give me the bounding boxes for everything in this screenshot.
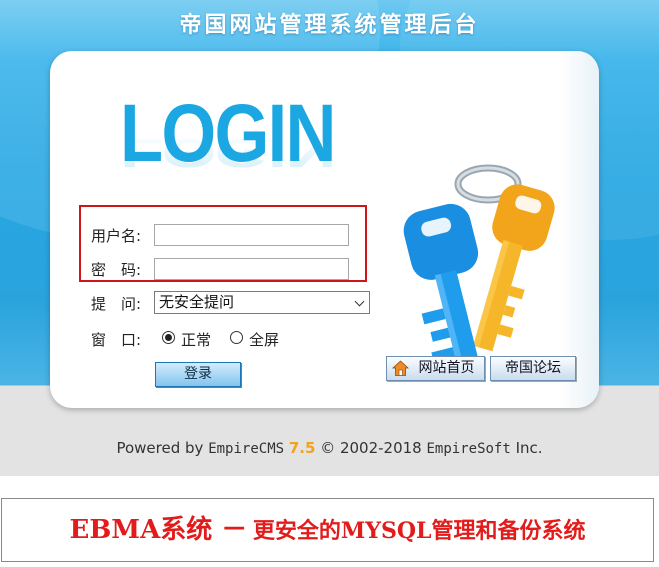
login-panel: LOGIN LOGIN 用户名: 密 码: 提 问: 无安全提问 窗 口: 正常… <box>50 51 599 408</box>
home-page-button[interactable]: 网站首页 <box>386 356 485 381</box>
home-page-label: 网站首页 <box>418 360 475 376</box>
radio-fullscreen[interactable] <box>230 331 243 344</box>
username-label: 用户名: <box>91 227 142 245</box>
company-suffix: Inc. <box>515 439 543 457</box>
powered-by-text: Powered by <box>116 439 204 457</box>
company-name: EmpireSoft <box>426 441 511 457</box>
radio-fullscreen-label[interactable]: 全屏 <box>249 329 279 350</box>
question-label: 提 问: <box>91 295 142 313</box>
login-frame: 帝国网站管理系统管理后台 LOGIN LOGIN 用户名: 密 码: 提 问: … <box>0 0 659 476</box>
keys-icon <box>403 164 555 373</box>
login-button[interactable]: 登录 <box>155 362 241 387</box>
question-selected-value: 无安全提问 <box>159 293 235 311</box>
forum-button[interactable]: 帝国论坛 <box>490 356 576 381</box>
footer: Powered by EmpireCMS 7.5 © 2002-2018 Emp… <box>0 439 659 457</box>
product-name: EmpireCMS <box>208 441 285 457</box>
panel-shading <box>560 51 599 408</box>
banner-product: EBMA系统 － <box>69 515 248 545</box>
security-question-select[interactable]: 无安全提问 <box>154 291 370 314</box>
window-label: 窗 口: <box>91 331 142 349</box>
username-input[interactable] <box>154 224 349 246</box>
house-icon <box>392 360 409 376</box>
ebma-banner: EBMA系统 － 更安全的MYSQL管理和备份系统 <box>1 498 654 562</box>
version-number: 7.5 <box>288 439 316 457</box>
system-title: 帝国网站管理系统管理后台 <box>179 13 480 38</box>
password-label: 密 码: <box>91 261 142 279</box>
radio-normal-label[interactable]: 正常 <box>181 329 211 350</box>
radio-normal[interactable] <box>162 331 175 344</box>
password-input[interactable] <box>154 258 349 280</box>
banner-tagline: 更安全的MYSQL管理和备份系统 <box>252 518 586 544</box>
login-logo-reflection: LOGIN <box>120 130 335 176</box>
chevron-down-icon <box>354 296 365 307</box>
copyright-years: © 2002-2018 <box>320 439 422 457</box>
